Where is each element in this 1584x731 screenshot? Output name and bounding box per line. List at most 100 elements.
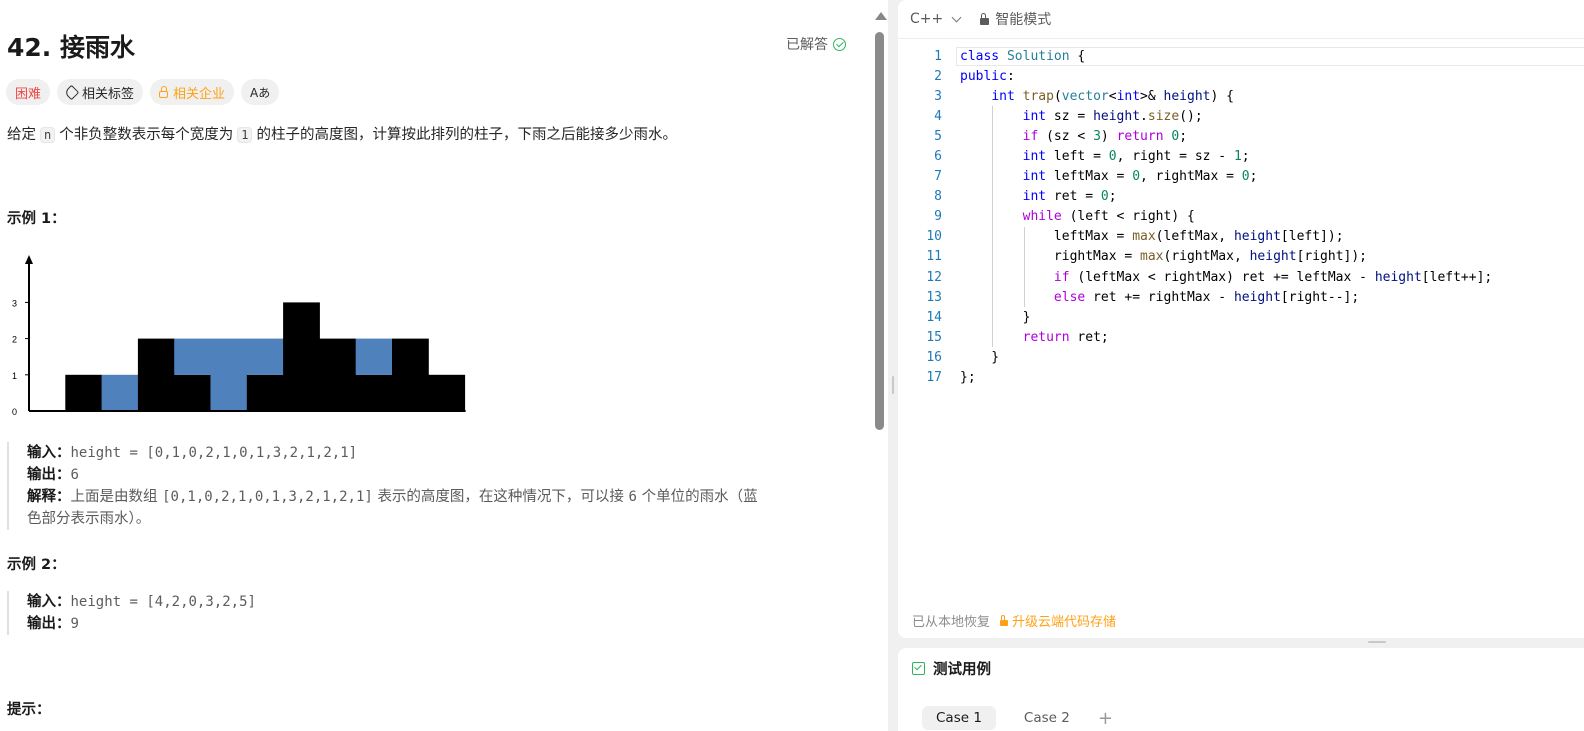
upgrade-label: 升级云端代码存储 xyxy=(1012,615,1117,630)
add-case-icon[interactable]: + xyxy=(1098,708,1113,729)
lock-icon xyxy=(159,85,169,98)
chart-bar-water xyxy=(355,338,393,375)
testcase-tab[interactable]: 测试用例 xyxy=(912,658,991,679)
chart-bar-ground xyxy=(174,374,211,411)
input-value: height = [4,2,0,3,2,5] xyxy=(70,594,256,610)
language-select[interactable]: C++ xyxy=(910,11,962,27)
desc-text: 的柱子的高度图，计算按此排列的柱子，下雨之后能接多少雨水。 xyxy=(256,127,677,143)
hint-title: 提示： xyxy=(7,702,51,718)
scroll-up-icon[interactable] xyxy=(875,12,887,20)
chart-bar-ground xyxy=(392,338,429,411)
chart-bar-ground xyxy=(319,338,357,411)
output-value: 9 xyxy=(70,616,79,632)
chart-bar-ground xyxy=(355,374,393,411)
code-line[interactable]: 12 if (leftMax < rightMax) ret += leftMa… xyxy=(898,267,1584,288)
editor-toolbar: C++ 智能模式 xyxy=(898,0,1584,39)
explain-num: 6 xyxy=(628,489,637,505)
code-line[interactable]: 15 return ret; xyxy=(898,327,1584,348)
chart-bar-water xyxy=(101,374,139,411)
case-tab-2[interactable]: Case 2 xyxy=(1010,706,1084,730)
panel-resize-handle[interactable] xyxy=(888,0,898,731)
translate-icon: Aあ xyxy=(250,85,271,100)
chart-bar-ground xyxy=(283,302,320,411)
rainwater-chart: 0 1 2 3 xyxy=(12,255,466,417)
code-panel: C++ 智能模式 1 class Solution { 2 public: 3 in… xyxy=(898,0,1584,638)
chart-ticks: 0 1 2 3 xyxy=(12,298,29,417)
related-tags-button[interactable]: 相关标签 xyxy=(57,79,144,105)
explain-array: [0,1,0,2,1,0,1,3,2,1,2,1] xyxy=(162,489,373,505)
explain-label: 解释： xyxy=(27,489,71,505)
chart-bar-ground xyxy=(246,374,284,411)
solved-label: 已解答 xyxy=(786,37,828,53)
input-label: 输入： xyxy=(27,594,71,610)
related-companies-label: 相关企业 xyxy=(173,86,226,102)
example-1-block: 输入：height = [0,1,0,2,1,0,1,3,2,1,2,1] 输出… xyxy=(7,442,867,530)
code-line[interactable]: 11 rightMax = max(rightMax, height[right… xyxy=(898,246,1584,268)
input-value: height = [0,1,0,2,1,0,1,3,2,1,2,1] xyxy=(70,445,358,461)
editor-resize-handle[interactable] xyxy=(898,638,1584,648)
checkbox-icon xyxy=(912,662,925,675)
code-line[interactable]: 5 if (sz < 3) return 0; xyxy=(898,126,1584,147)
y-tick-label: 3 xyxy=(12,298,17,308)
explain-text: 上面是由数组 xyxy=(70,489,158,505)
code-line[interactable]: 13 else ret += rightMax - height[right--… xyxy=(898,287,1584,308)
case-tabs: Case 1 Case 2 + xyxy=(922,706,1113,730)
testcase-panel: 测试用例 Case 1 Case 2 + xyxy=(898,648,1584,731)
code-line[interactable]: 3 int trap(vector<int>& height) { xyxy=(898,86,1584,106)
code-line[interactable]: 2 public: xyxy=(898,66,1584,86)
problem-tags: 困难 相关标签 相关企业 Aあ xyxy=(6,79,280,105)
chart-bar-ground xyxy=(137,338,175,411)
output-value: 6 xyxy=(70,467,79,483)
code-line[interactable]: 6 int left = 0, right = sz - 1; xyxy=(898,146,1584,167)
lock-icon xyxy=(980,12,990,25)
grip-icon xyxy=(1368,641,1386,643)
chart-bars xyxy=(65,302,466,411)
smart-mode-label: 智能模式 xyxy=(995,12,1052,28)
chart-bar-water xyxy=(210,338,248,411)
chart-bar-water xyxy=(174,338,211,375)
explain-text: 色部分表示雨水）。 xyxy=(27,511,151,527)
chart-bar-ground xyxy=(65,374,103,411)
related-companies-button[interactable]: 相关企业 xyxy=(150,79,235,105)
smart-mode-button[interactable]: 智能模式 xyxy=(980,9,1051,29)
code-line[interactable]: 1 class Solution { xyxy=(898,46,1584,67)
explain-text: 表示的高度图，在这种情况下，可以接 xyxy=(377,489,624,505)
grip-icon xyxy=(892,376,894,394)
code-line[interactable]: 16 } xyxy=(898,347,1584,367)
input-label: 输入： xyxy=(27,445,71,461)
desc-text: 个非负整数表示每个宽度为 xyxy=(59,127,234,143)
code-editor[interactable]: 1 class Solution { 2 public: 3 int trap(ve… xyxy=(898,46,1584,388)
problem-description: 给定 n 个非负整数表示每个宽度为 1 的柱子的高度图，计算按此排列的柱子，下雨之后能接… xyxy=(7,125,677,145)
inline-code-1: 1 xyxy=(237,127,253,143)
output-label: 输出： xyxy=(27,616,71,632)
scroll-thumb[interactable] xyxy=(875,32,884,430)
testcase-title: 测试用例 xyxy=(933,662,991,678)
chart-bar-ground xyxy=(428,374,466,411)
difficulty-badge[interactable]: 困难 xyxy=(6,79,51,105)
problem-scrollbar[interactable] xyxy=(872,0,888,731)
case-tab-1[interactable]: Case 1 xyxy=(922,706,996,730)
y-tick-label: 0 xyxy=(12,407,17,417)
y-tick-label: 2 xyxy=(12,335,17,345)
code-line[interactable]: 9 while (left < right) { xyxy=(898,206,1584,227)
tag-icon xyxy=(63,84,80,100)
upgrade-storage-link[interactable]: 升级云端代码存储 xyxy=(1000,611,1116,630)
code-line[interactable]: 17}; xyxy=(898,368,1584,388)
font-toggle-button[interactable]: Aあ xyxy=(241,79,280,105)
solved-status: 已解答 xyxy=(786,34,846,54)
code-line[interactable]: 8 int ret = 0; xyxy=(898,186,1584,207)
example-2-title: 示例 2： xyxy=(7,557,66,573)
problem-panel: 42. 接雨水 已解答 困难 相关标签 相关企业 Aあ 给定 n 个非负整数表示每个… xyxy=(0,0,872,731)
restored-status: 已从本地恢复 xyxy=(912,615,991,630)
example-2-block: 输入：height = [4,2,0,3,2,5] 输出：9 xyxy=(7,591,867,635)
code-line[interactable]: 10 leftMax = max(leftMax, height[left]); xyxy=(898,226,1584,247)
code-line[interactable]: 7 int leftMax = 0, rightMax = 0; xyxy=(898,166,1584,187)
desc-text: 给定 xyxy=(7,127,36,143)
example-1-title: 示例 1： xyxy=(7,211,66,227)
code-line[interactable]: 14 } xyxy=(898,307,1584,328)
code-line[interactable]: 4 int sz = height.size(); xyxy=(898,106,1584,127)
language-label: C++ xyxy=(910,11,944,27)
output-label: 输出： xyxy=(27,467,71,483)
chart-bar-water xyxy=(246,338,284,375)
editor-status: 已从本地恢复 升级云端代码存储 xyxy=(912,611,1116,630)
